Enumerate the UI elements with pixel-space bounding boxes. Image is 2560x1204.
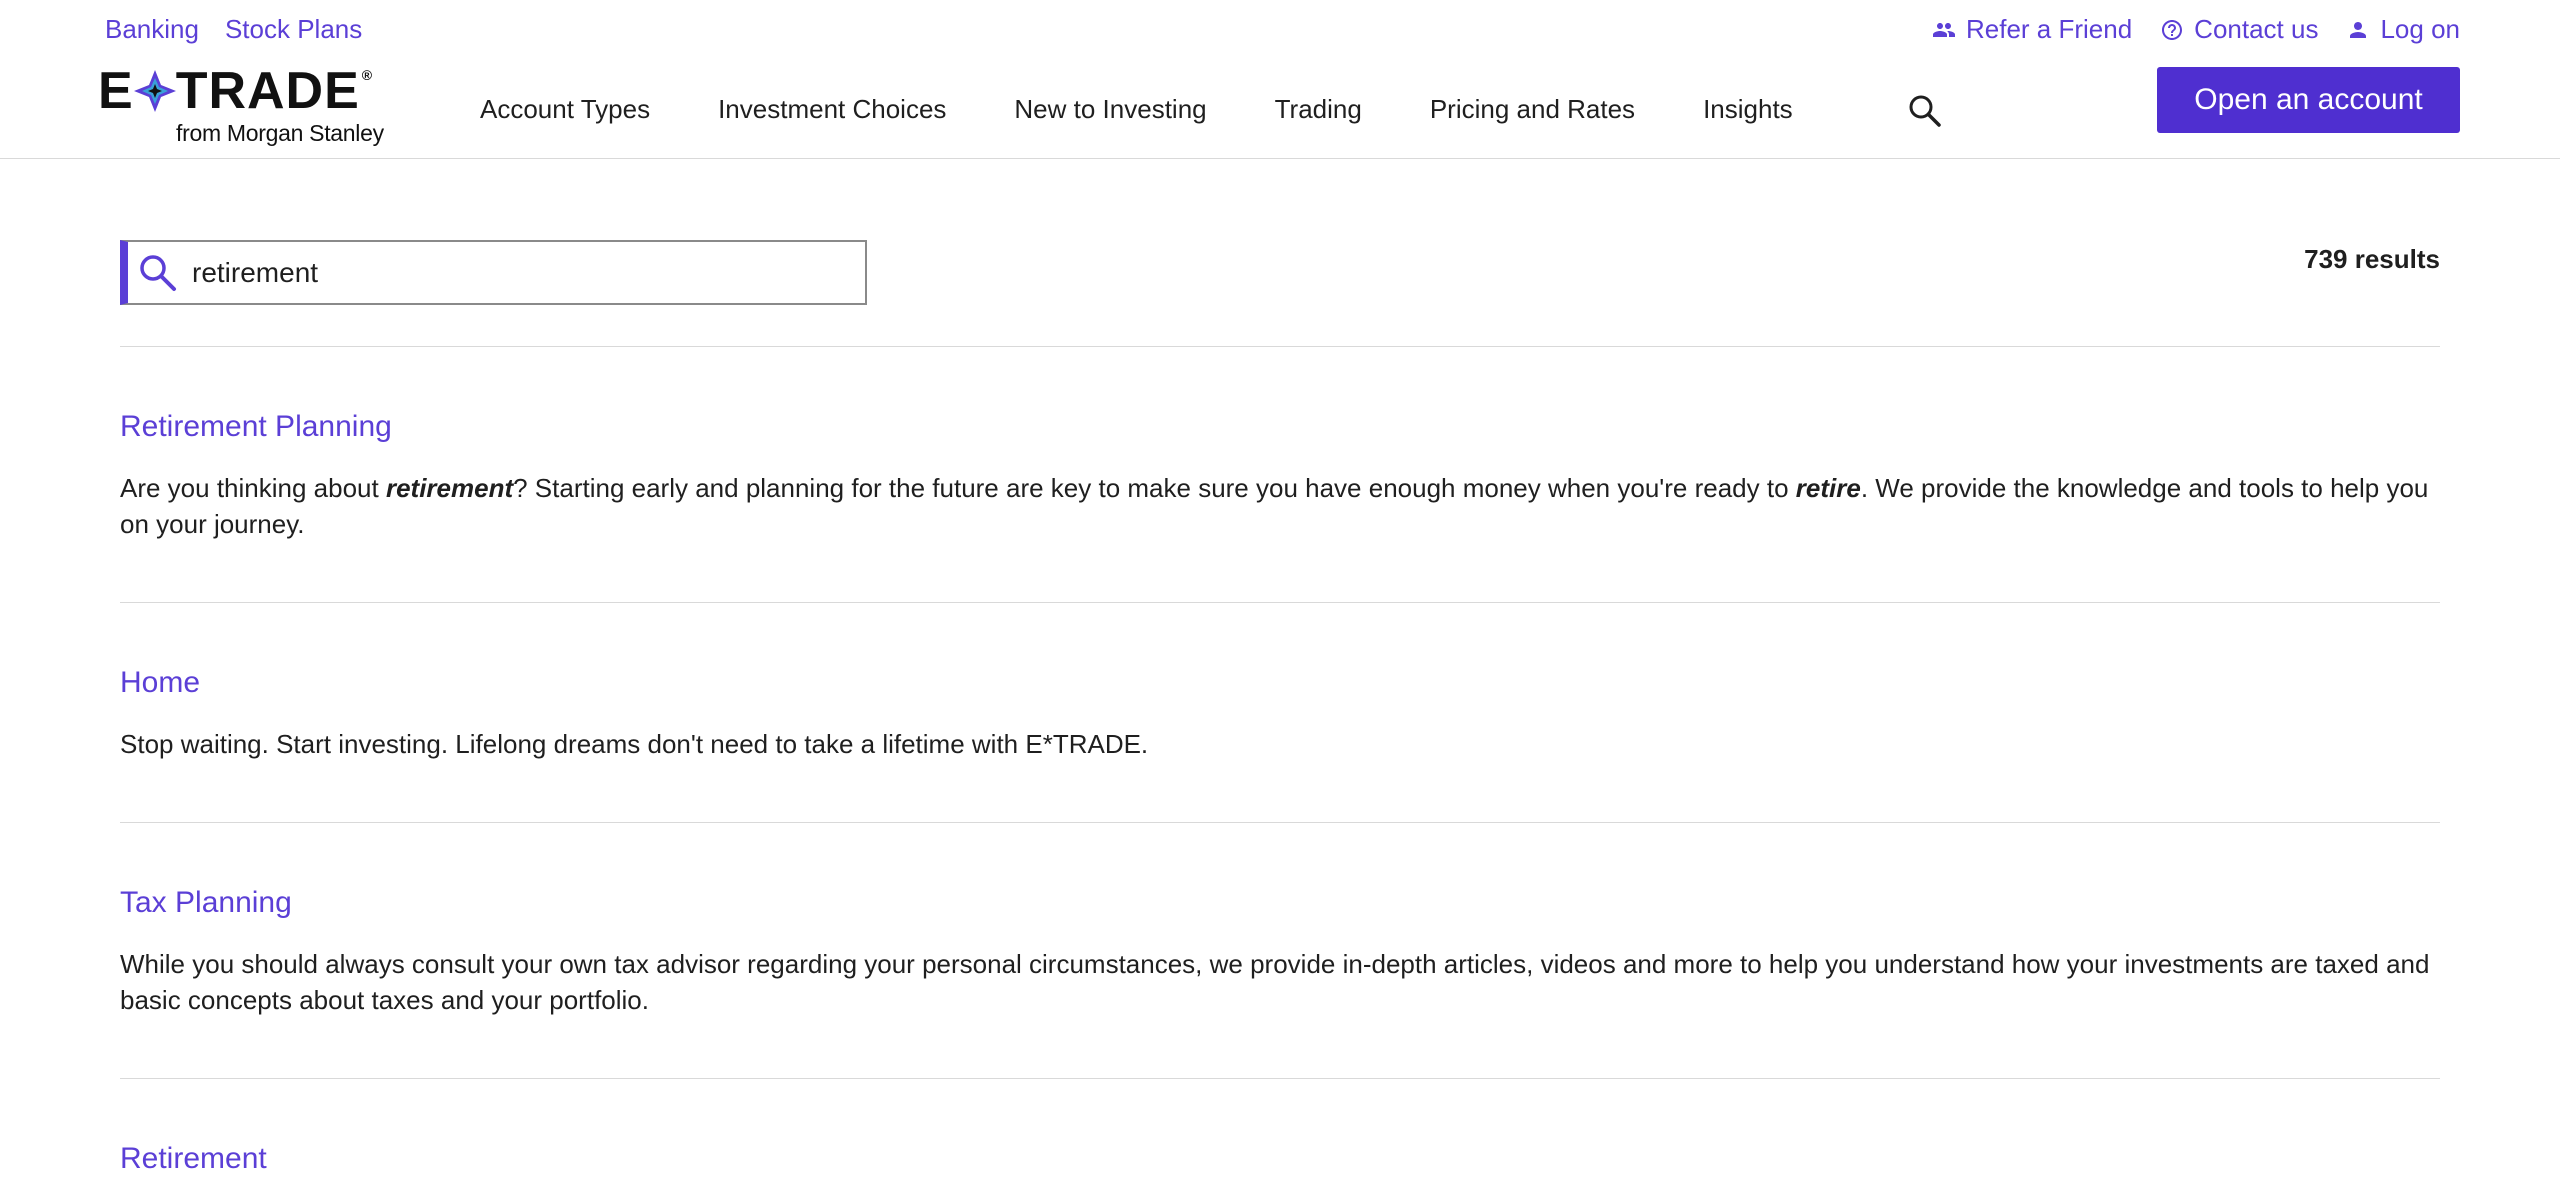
result-title-link[interactable]: Home	[120, 666, 200, 700]
logo-subtitle: from Morgan Stanley	[176, 120, 384, 146]
contact-us-link[interactable]: Contact us	[2160, 14, 2318, 45]
log-on-label: Log on	[2380, 14, 2460, 44]
nav-pricing-and-rates[interactable]: Pricing and Rates	[1430, 94, 1635, 125]
nav-search-button[interactable]	[1908, 94, 1942, 128]
refer-a-friend-link[interactable]: Refer a Friend	[1932, 14, 2132, 45]
header-divider	[0, 158, 2560, 159]
highlight-term: retirement	[385, 473, 514, 503]
help-circle-icon	[2162, 19, 2183, 40]
result-description: Stop waiting. Start investing. Lifelong …	[120, 729, 1149, 759]
divider	[120, 822, 2440, 823]
divider	[120, 602, 2440, 603]
result-description: Are you thinking about retirement? Start…	[120, 473, 2429, 539]
people-icon	[1932, 22, 1955, 37]
stock-plans-link[interactable]: Stock Plans	[225, 14, 362, 45]
result-title-link[interactable]: Tax Planning	[120, 886, 292, 920]
nav-account-types[interactable]: Account Types	[480, 94, 650, 125]
contact-us-label: Contact us	[2194, 14, 2319, 44]
search-icon	[1909, 95, 1941, 127]
utility-nav-left: Banking Stock Plans	[105, 14, 362, 45]
nav-investment-choices[interactable]: Investment Choices	[718, 94, 946, 125]
result-title-link[interactable]: Retirement	[120, 1142, 267, 1176]
logo-star-icon	[133, 70, 176, 112]
search-result: Tax Planning While you should always con…	[120, 886, 2440, 1018]
result-count: 739 results	[2304, 244, 2440, 274]
result-description: While you should always consult your own…	[120, 949, 2430, 1015]
refer-a-friend-label: Refer a Friend	[1965, 14, 2133, 44]
search-result: Retirement Planning Are you thinking abo…	[120, 410, 2440, 542]
result-title-link[interactable]: Retirement Planning	[120, 410, 392, 444]
divider	[120, 346, 2440, 347]
nav-insights[interactable]: Insights	[1703, 94, 1793, 125]
search-input[interactable]	[192, 256, 792, 289]
divider	[120, 1078, 2440, 1079]
search-box[interactable]	[120, 240, 867, 305]
nav-trading[interactable]: Trading	[1275, 94, 1362, 125]
log-on-link[interactable]: Log on	[2346, 14, 2460, 45]
search-result: Retirement	[120, 1142, 2440, 1176]
main-nav: Account Types Investment Choices New to …	[480, 94, 1793, 125]
etrade-logo[interactable]: E TRADE ® from Morgan Stanley	[98, 62, 403, 152]
highlight-term: retire	[1795, 473, 1861, 503]
utility-nav-right: Refer a Friend Contact us Log on	[1932, 14, 2460, 45]
nav-new-to-investing[interactable]: New to Investing	[1014, 94, 1206, 125]
banking-link[interactable]: Banking	[105, 14, 199, 45]
search-icon	[138, 253, 178, 293]
open-account-button[interactable]: Open an account	[2157, 67, 2460, 133]
person-icon	[2350, 21, 2367, 38]
search-result: Home Stop waiting. Start investing. Life…	[120, 666, 2440, 762]
logo-wordmark: E TRADE ®	[98, 62, 374, 120]
